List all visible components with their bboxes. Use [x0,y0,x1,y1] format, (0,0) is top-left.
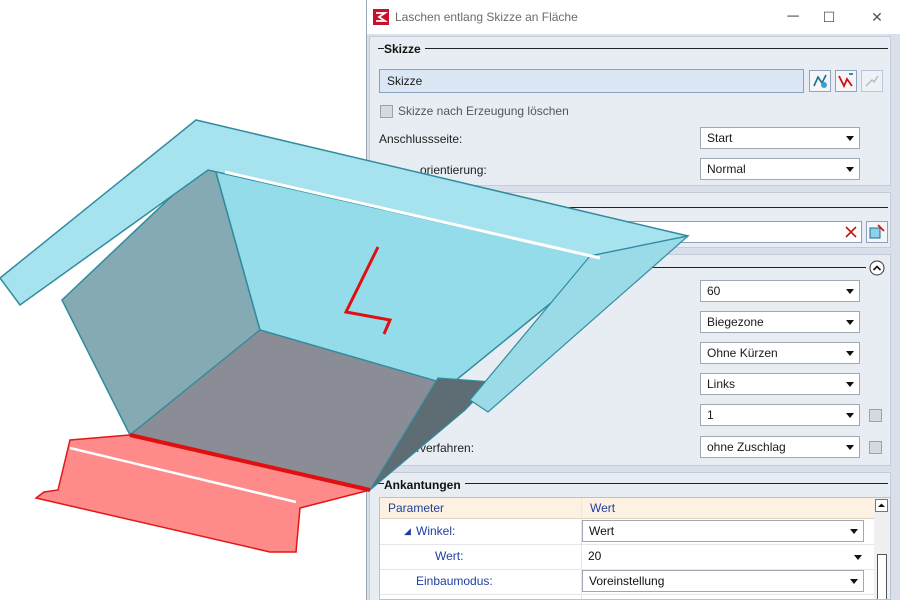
chevron-down-icon [846,136,854,141]
section-face [369,192,891,248]
maximize-button[interactable]: ☐ [809,4,849,30]
orientierung-select[interactable]: Normal [700,158,860,180]
anschluss-select[interactable]: Start [700,127,860,149]
section-title-skizze: Skizze [384,42,425,56]
chevron-down-icon [846,351,854,356]
table-row[interactable]: Wert: 20 [380,544,874,570]
collapse-icon[interactable] [869,260,885,276]
delete-sketch-checkbox[interactable] [380,105,393,118]
winkel-value: 60 [707,284,721,298]
verfahren-select[interactable]: ohne Zuschlag [700,436,860,458]
row-value-winkel: Wert [589,524,615,538]
row-param-winkel: Winkel: [416,524,456,538]
grid-scrollbar[interactable] [874,498,890,599]
section-divider [378,267,866,268]
chevron-down-icon[interactable] [854,555,862,560]
seite-select[interactable]: Links [700,373,860,395]
section-divider [378,207,888,208]
close-button[interactable]: ✕ [857,4,897,30]
chevron-down-icon [850,529,858,534]
model-red-edge [129,433,371,492]
verfahren-value: ohne Zuschlag [707,440,786,454]
scroll-thumb[interactable] [877,554,887,599]
chevron-down-icon [846,413,854,418]
biegezone-value: Biegezone [707,315,764,329]
sketch-disabled-icon [865,75,879,87]
window-title: Laschen entlang Skizze an Fläche [395,10,578,24]
sketch-select-icon [813,74,827,88]
model-red-flange [34,434,371,553]
sketch-edit-icon [838,73,853,89]
table-row[interactable]: Einbaumodus: Voreinstellung [380,569,874,595]
anzahl-value: 1 [707,408,714,422]
face-field[interactable] [570,221,862,243]
sketch-edit-button[interactable] [835,70,857,92]
expander-icon[interactable]: ◢ [404,526,411,537]
verfahren-label: …verfahren: [408,441,475,455]
model-red-highlight [69,446,297,504]
chevron-down-icon [846,382,854,387]
row-value-einbaumodus: Voreinstellung [589,574,665,588]
anschluss-label: Anschlussseite: [379,132,463,146]
section-divider [378,48,888,49]
verfahren-checkbox[interactable] [869,441,882,454]
kuerzen-value: Ohne Kürzen [707,346,778,360]
biegezone-select[interactable]: Biegezone [700,311,860,333]
orientierung-label: …orientierung: [408,163,487,177]
sketch-field[interactable]: Skizze [379,69,804,93]
col-header-wert[interactable]: Wert [590,501,615,515]
ankantungen-grid: Parameter Wert ◢ Winkel: Wert Wert: 20 E… [379,497,891,600]
app-logo-icon [373,9,389,25]
dialog-window: Laschen entlang Skizze an Fläche ─ ☐ ✕ S… [366,0,900,600]
grid-header: Parameter Wert [380,498,874,519]
minimize-button[interactable]: ─ [773,4,813,30]
winkel-select[interactable]: 60 [700,280,860,302]
clear-icon[interactable] [845,226,857,238]
row-select-einbaumodus[interactable]: Voreinstellung [582,570,864,592]
chevron-down-icon [846,167,854,172]
row-select-winkel[interactable]: Wert [582,520,864,542]
face-select-button[interactable] [866,221,888,243]
row-value-wert[interactable]: 20 [588,549,601,563]
anschluss-value: Start [707,131,733,145]
title-bar[interactable]: Laschen entlang Skizze an Fläche ─ ☐ ✕ [367,0,900,34]
seite-value: Links [707,377,736,391]
sketch-select-button[interactable] [809,70,831,92]
orientierung-value: Normal [707,162,746,176]
anzahl-select[interactable]: 1 [700,404,860,426]
table-row[interactable]: ◢ Winkel: Wert [380,519,874,545]
section-parameters: 60 Biegezone Ohne Kürzen Links 1 …verfah… [369,254,891,466]
kuerzen-select[interactable]: Ohne Kürzen [700,342,860,364]
anzahl-checkbox[interactable] [869,409,882,422]
row-param-wert: Wert: [435,549,464,563]
section-skizze: Skizze Skizze Skizze nach Erzeugung lösc… [369,36,891,186]
chevron-down-icon [846,445,854,450]
section-title-ankantungen: Ankantungen [384,478,465,492]
chevron-down-icon [846,320,854,325]
chevron-up-icon [878,503,885,507]
sketch-disabled-button[interactable] [861,70,883,92]
col-header-parameter[interactable]: Parameter [388,501,444,515]
row-param-einbaumodus: Einbaumodus: [416,574,493,588]
delete-sketch-label: Skizze nach Erzeugung löschen [398,104,569,118]
scroll-up-button[interactable] [875,499,888,512]
face-select-icon [869,224,885,239]
chevron-down-icon [846,289,854,294]
model-left-wall [61,156,261,437]
chevron-down-icon [850,579,858,584]
